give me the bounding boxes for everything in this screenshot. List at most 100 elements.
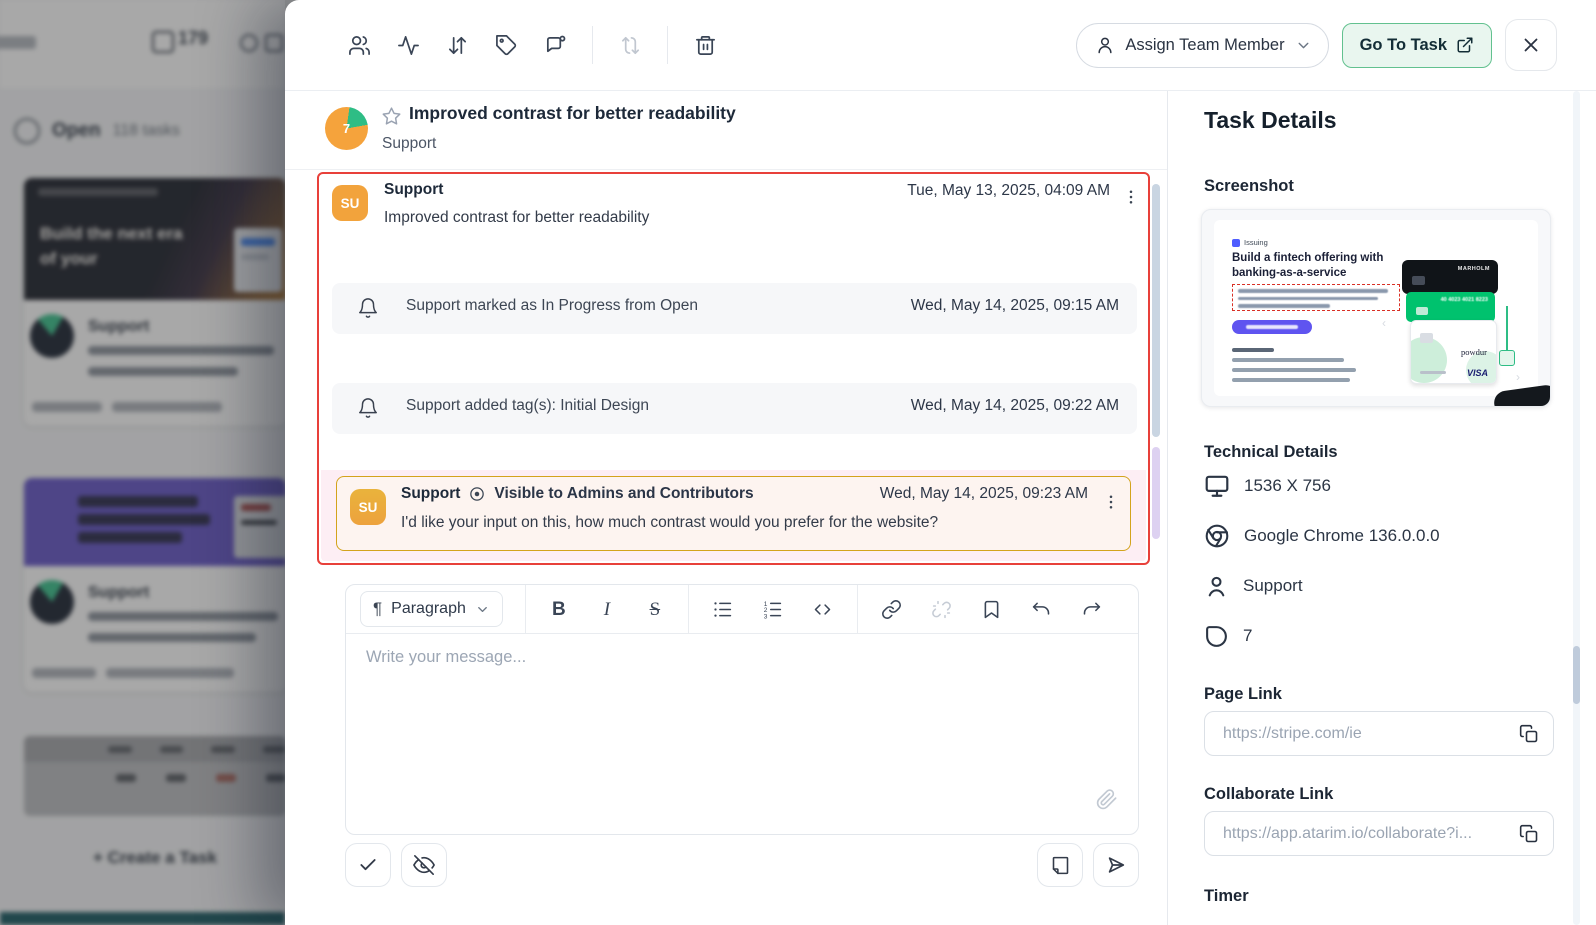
event-text: Support added tag(s): Initial Design (406, 397, 649, 415)
comment-visibility: Visible to Admins and Contributors (494, 485, 753, 503)
undo-icon[interactable] (1030, 597, 1054, 621)
copy-page-link-button[interactable] (1519, 724, 1539, 744)
event-timestamp: Wed, May 14, 2025, 09:15 AM (911, 297, 1119, 315)
card-number: 40 4023 4021 8223 (1441, 297, 1488, 303)
user-icon (1204, 574, 1229, 599)
card-brand: powdur (1461, 347, 1487, 357)
comment-flag-icon[interactable] (543, 33, 567, 57)
paragraph-format-dropdown[interactable]: ¶ Paragraph (360, 591, 503, 627)
task-number-row: 7 (1204, 621, 1252, 651)
close-icon (1520, 34, 1542, 56)
editor-toolbar: ¶ Paragraph B I S 123 (346, 585, 1138, 634)
mark-complete-button[interactable] (345, 843, 391, 887)
chevron-down-icon (1295, 37, 1312, 54)
feed-scrollbar-marker[interactable] (1152, 447, 1160, 539)
send-icon (1105, 854, 1127, 876)
comment-header-row: Support Visible to Admins and Contributo… (401, 485, 754, 503)
task-main-column: 7 Improved contrast for better readabili… (285, 91, 1167, 925)
screenshot-heading: Build a fintech offering with banking-as… (1232, 251, 1394, 281)
status-change-event: Support marked as In Progress from Open … (332, 283, 1137, 334)
blurred-text-line (1232, 368, 1356, 372)
carousel-right-icon: › (1516, 370, 1520, 384)
connector-node (1499, 350, 1515, 366)
star-icon[interactable] (381, 106, 402, 127)
blurred-text-line (1238, 289, 1388, 293)
copy-collaborate-link-button[interactable] (1519, 824, 1539, 844)
card-chip (1416, 307, 1428, 315)
task-screenshot-thumbnail[interactable]: Issuing Build a fintech offering with ba… (1201, 209, 1551, 407)
carousel-left-icon: ‹ (1382, 316, 1386, 330)
card-decoration (1410, 337, 1447, 383)
code-icon[interactable] (811, 597, 835, 621)
chevron-down-icon (475, 602, 490, 617)
go-to-task-button[interactable]: Go To Task (1342, 23, 1492, 68)
task-pin-icon (1204, 624, 1229, 649)
task-detail-modal: Assign Team Member Go To Task 7 Impr (285, 0, 1596, 925)
blurred-text-line (1232, 358, 1344, 362)
comment-menu-icon[interactable] (1120, 186, 1142, 208)
badge-label: Issuing (1244, 238, 1268, 247)
close-modal-button[interactable] (1505, 19, 1557, 71)
eye-off-icon (413, 854, 435, 876)
chrome-icon (1204, 523, 1230, 549)
assign-users-icon[interactable] (347, 33, 371, 57)
page-link-input[interactable] (1221, 724, 1509, 744)
bullet-list-icon[interactable] (711, 597, 735, 621)
italic-icon[interactable]: I (596, 597, 618, 621)
strikethrough-icon[interactable]: S (644, 597, 666, 621)
badge-icon (1232, 239, 1240, 247)
monitor-icon (1204, 473, 1230, 499)
screenshot-label: Screenshot (1204, 177, 1294, 196)
move-task-icon[interactable] (618, 33, 642, 57)
blurred-text-line (1420, 371, 1446, 374)
internal-note-visibility-button[interactable] (401, 843, 447, 887)
sidebar-title: Task Details (1204, 107, 1337, 134)
attachment-icon[interactable] (1096, 788, 1118, 810)
assign-team-member-dropdown[interactable]: Assign Team Member (1076, 23, 1328, 68)
toolbar-divider (592, 26, 593, 64)
blurred-button-label (1246, 325, 1298, 329)
unlink-icon[interactable] (930, 597, 954, 621)
toolbar-divider (857, 585, 858, 633)
comment-timestamp: Tue, May 13, 2025, 04:09 AM (907, 182, 1110, 200)
copy-icon (1519, 824, 1539, 844)
resolution-row: 1536 X 756 (1204, 471, 1331, 501)
avatar: SU (350, 489, 386, 525)
bookmark-icon[interactable] (980, 597, 1004, 621)
tag-added-event: Support added tag(s): Initial Design Wed… (332, 383, 1137, 434)
modal-backdrop-overlay[interactable] (0, 0, 285, 925)
event-text: Support marked as In Progress from Open (406, 297, 698, 315)
visa-logo: VISA (1467, 368, 1488, 378)
ordered-list-icon[interactable]: 123 (761, 597, 785, 621)
feed-scrollbar-thumb[interactable] (1152, 184, 1160, 437)
modal-header: Assign Team Member Go To Task (285, 0, 1596, 91)
send-button[interactable] (1093, 843, 1139, 887)
task-number-value: 7 (1243, 626, 1252, 646)
browser-row: Google Chrome 136.0.0.0 (1204, 521, 1440, 551)
cta-button (1232, 320, 1312, 334)
bold-icon[interactable]: B (548, 597, 570, 621)
note-button[interactable] (1037, 843, 1083, 887)
sidebar-scrollbar-thumb[interactable] (1573, 646, 1580, 704)
copy-icon (1519, 724, 1539, 744)
delete-task-icon[interactable] (693, 33, 717, 57)
message-input[interactable] (346, 634, 1138, 784)
tag-icon[interactable] (494, 33, 518, 57)
activity-icon[interactable] (396, 33, 420, 57)
paragraph-label: Paragraph (391, 600, 466, 618)
redo-icon[interactable] (1080, 597, 1104, 621)
message-editor: ¶ Paragraph B I S 123 (345, 584, 1139, 835)
comment-menu-icon[interactable] (1100, 491, 1122, 513)
highlighted-comment: SU Support Visible to Admins and Contrib… (336, 476, 1131, 551)
link-icon[interactable] (880, 597, 904, 621)
sort-order-icon[interactable] (445, 33, 469, 57)
blurred-text-line (1238, 297, 1378, 301)
external-link-icon (1456, 36, 1474, 54)
event-timestamp: Wed, May 14, 2025, 09:22 AM (911, 397, 1119, 415)
activity-feed: SU Support Improved contrast for better … (317, 172, 1150, 565)
sidebar-scrollbar[interactable] (1573, 91, 1580, 925)
collaborate-link-input[interactable] (1221, 824, 1509, 844)
avatar: SU (332, 185, 368, 221)
task-subtitle: Support (382, 135, 436, 153)
page-link-label: Page Link (1204, 685, 1282, 704)
